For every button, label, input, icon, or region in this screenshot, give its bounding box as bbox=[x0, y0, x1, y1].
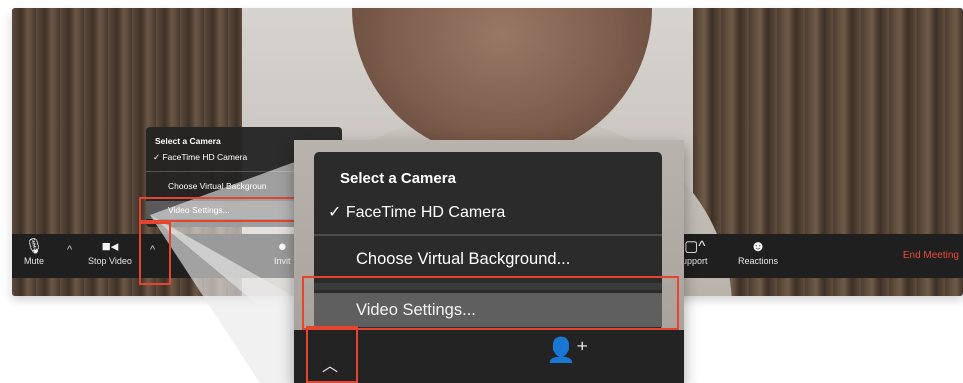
support-label: upport bbox=[682, 256, 708, 266]
highlight-caret-zoomed bbox=[306, 326, 358, 383]
audio-options-caret-icon[interactable]: ^ bbox=[67, 244, 72, 256]
highlight-caret-small bbox=[139, 222, 171, 285]
camera-menu-heading: Select a Camera bbox=[155, 136, 221, 146]
add-participant-icon: ● bbox=[277, 238, 287, 255]
zoomed-camera-option-facetime[interactable]: ✓ FaceTime HD Camera bbox=[328, 202, 505, 222]
smiley-plus-icon: ☻ bbox=[750, 238, 766, 255]
invite-label: Invit bbox=[274, 256, 291, 266]
video-camera-icon: ■◂ bbox=[101, 238, 119, 255]
reactions-label: Reactions bbox=[738, 256, 779, 266]
mute-label: Mute bbox=[24, 256, 45, 266]
mute-button[interactable]: 🎙 Mute bbox=[24, 238, 44, 266]
invite-button[interactable]: ● Invit bbox=[274, 238, 291, 266]
end-meeting-button[interactable]: End Meeting bbox=[903, 250, 959, 261]
support-button[interactable]: ▢^ upport bbox=[682, 238, 708, 266]
screen-share-icon: ▢^ bbox=[684, 238, 706, 255]
microphone-icon: 🎙 bbox=[24, 238, 44, 255]
highlight-video-settings-zoomed bbox=[302, 276, 679, 330]
virtual-background-option[interactable]: Choose Virtual Backgroun bbox=[168, 181, 267, 191]
zoomed-menu-heading: Select a Camera bbox=[340, 170, 456, 187]
reactions-button[interactable]: ☻ Reactions bbox=[738, 238, 778, 266]
zoomed-virtual-background-option[interactable]: Choose Virtual Background... bbox=[356, 250, 570, 269]
camera-option-facetime[interactable]: ✓ FaceTime HD Camera bbox=[153, 152, 247, 163]
highlight-video-settings-small bbox=[139, 197, 300, 222]
zoomed-menu-divider bbox=[314, 234, 662, 236]
stop-video-button[interactable]: ■◂ Stop Video bbox=[88, 238, 132, 266]
zoomed-add-participant-icon[interactable]: 👤⁺ bbox=[546, 336, 589, 365]
stop-video-label: Stop Video bbox=[88, 256, 132, 266]
